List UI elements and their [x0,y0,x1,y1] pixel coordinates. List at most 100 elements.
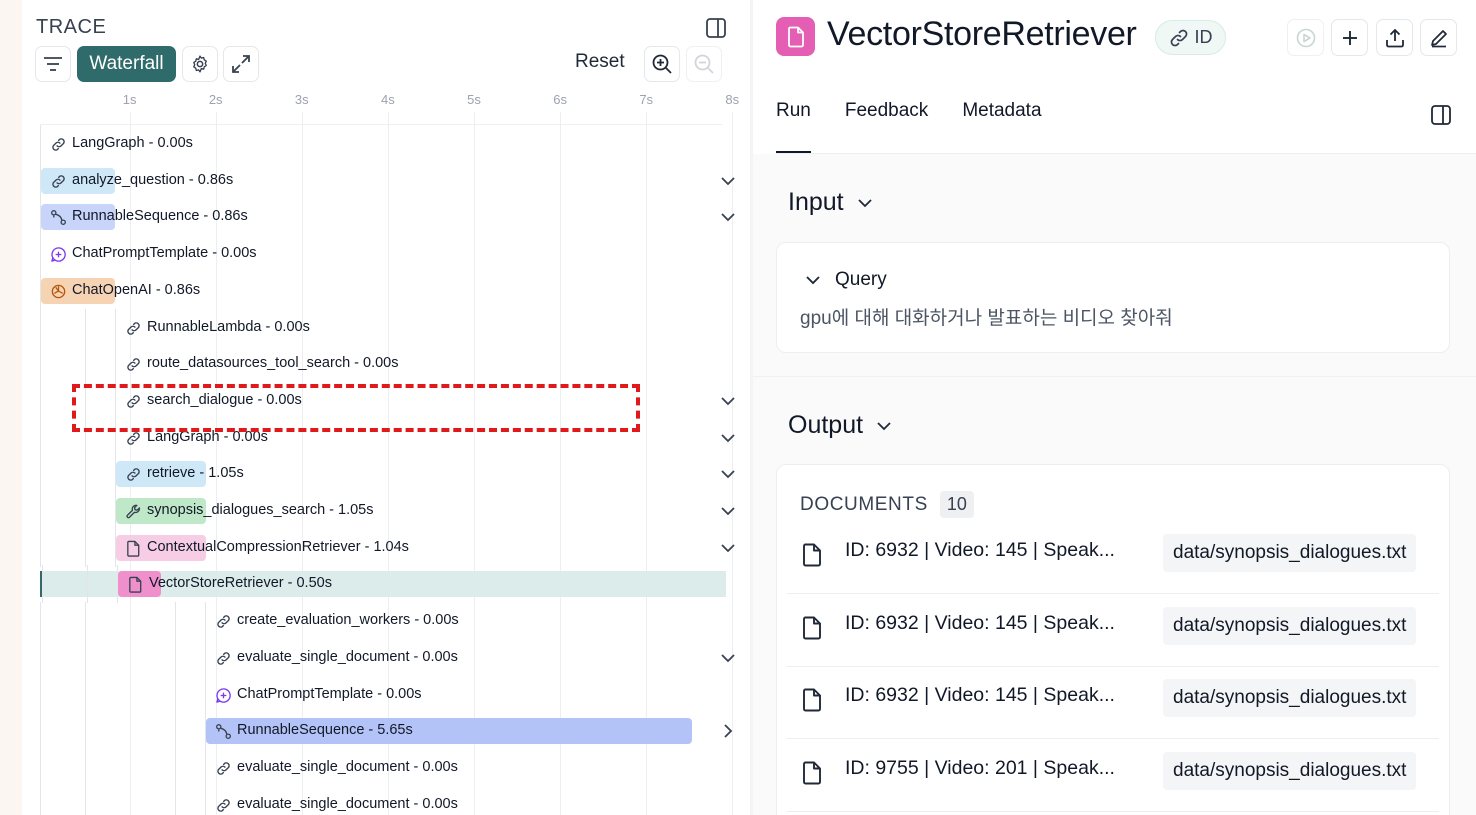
trace-row[interactable]: ChatOpenAI - 0.86s [40,271,726,310]
trace-row-label: RunnableLambda - 0.00s [147,318,310,335]
playground-button[interactable] [1287,19,1324,56]
tree-guide-line [85,528,86,567]
edit-button[interactable] [1420,19,1457,56]
chevron-down-icon [806,276,820,285]
panel-toggle-icon[interactable] [705,17,727,39]
section-divider [753,376,1476,377]
tree-guide-line [175,675,176,714]
trace-row[interactable]: evaluate_single_document - 0.00s [40,748,726,787]
openai-icon [51,284,66,299]
tree-guide-line [85,492,86,530]
tree-guide-line [40,455,41,494]
copy-id-button[interactable]: ID [1155,20,1226,55]
filter-lines-icon [44,57,62,71]
tree-guide-line [205,748,206,787]
document-summary: ID: 6932 | Video: 145 | Speak... [845,539,1115,561]
prompt-icon [216,687,231,703]
tree-guide-line [40,235,41,274]
reset-button[interactable]: Reset [575,51,625,73]
trace-row[interactable]: ChatPromptTemplate - 0.00s [40,235,726,274]
link-icon [217,798,230,812]
tab-run[interactable]: Run [776,100,811,152]
document-row[interactable]: ID: 6932 | Video: 145 | Speak... data/syn… [787,594,1439,667]
gear-icon [193,55,207,73]
expand-button[interactable] [223,46,259,82]
tree-guide-line [40,308,41,347]
zoom-out-button[interactable] [686,46,722,82]
file-icon [129,577,142,594]
run-type-badge [776,17,815,56]
zoom-in-button[interactable] [644,46,680,82]
sequence-icon [216,724,231,740]
trace-row[interactable]: synopsis_dialogues_search - 1.05s [40,492,735,530]
chevron-down-icon[interactable] [720,209,736,225]
chevron-down-icon[interactable] [720,503,736,519]
highlight-annotation [72,384,640,432]
document-row[interactable]: ID: 9755 | Video: 201 | Speak... data/syn… [787,739,1439,813]
chevron-down-icon[interactable] [720,650,736,666]
document-icon [803,543,821,567]
document-row[interactable]: ID: 6932 | Video: 145 | Speak... data/syn… [787,666,1439,740]
plus-icon [1342,30,1357,45]
filter-button[interactable] [35,46,71,82]
tree-guide-line [175,602,176,641]
play-circle-icon [1296,28,1315,47]
tree-guide-line [40,418,41,457]
trace-row[interactable]: analyze_question - 0.86s [40,161,735,200]
add-button[interactable] [1331,19,1368,56]
waterfall-view-button[interactable]: Waterfall [77,46,176,82]
document-source-badge: data/synopsis_dialogues.txt [1163,606,1417,645]
share-button[interactable] [1376,19,1413,56]
trace-row[interactable]: ContextualCompressionRetriever - 1.04s [40,528,735,567]
trace-row[interactable]: LangGraph - 0.00s [40,125,726,163]
trace-row-label: LangGraph - 0.00s [72,135,193,151]
chevron-down-icon [857,198,872,207]
chevron-down-icon[interactable] [720,173,736,189]
sidepanel-toggle-icon[interactable] [1430,104,1452,126]
trace-row[interactable]: VectorStoreRetriever - 0.50s [40,565,726,604]
trace-row[interactable]: evaluate_single_document - 0.00s [40,785,726,815]
upload-icon [1385,28,1404,47]
trace-row-label: route_datasources_tool_search - 0.00s [147,355,399,372]
tree-guide-line [115,345,116,384]
trace-row[interactable]: retrieve - 1.05s [40,455,735,494]
run-title: VectorStoreRetriever [827,15,1137,53]
chevron-down-icon[interactable] [720,540,736,556]
tree-guide-line [85,308,86,347]
chevron-down-icon[interactable] [720,430,736,446]
trace-row-label: evaluate_single_document - 0.00s [237,648,458,665]
trace-row-label: ChatPromptTemplate - 0.00s [237,685,422,702]
trace-row[interactable]: RunnableSequence - 5.65s [40,712,733,751]
tree-guide-line [175,785,176,815]
settings-button[interactable] [182,46,218,82]
tab-metadata[interactable]: Metadata [962,100,1041,152]
query-toggle[interactable]: Query [805,269,887,291]
trace-row[interactable]: ChatPromptTemplate - 0.00s [40,675,726,714]
tree-guide-line [85,638,86,677]
tree-guide-line [115,308,116,347]
output-card: DOCUMENTS 10 ID: 6932 | Video: 145 | Spe… [776,464,1450,815]
trace-row-label: VectorStoreRetriever - 0.50s [149,575,332,592]
input-section-toggle[interactable]: Input [788,188,874,217]
chevron-down-icon[interactable] [720,466,736,482]
trace-row[interactable]: RunnableSequence - 0.86s [40,198,735,237]
output-section-toggle[interactable]: Output [788,411,893,440]
trace-row[interactable]: RunnableLambda - 0.00s [40,308,726,347]
axis-tick: 1s [122,92,137,107]
tree-guide-line [42,565,43,604]
document-source-badge: data/synopsis_dialogues.txt [1163,752,1417,791]
chevron-right-icon[interactable] [720,723,736,739]
trace-row[interactable]: route_datasources_tool_search - 0.00s [40,345,726,384]
tab-feedback[interactable]: Feedback [845,100,928,152]
chevron-down-icon[interactable] [720,393,736,409]
trace-row[interactable]: evaluate_single_document - 0.00s [40,638,735,677]
tree-guide-line [87,565,88,604]
query-value: gpu에 대해 대화하거나 발표하는 비디오 찾아줘 [800,308,1173,329]
documents-header: DOCUMENTS 10 [800,491,974,518]
trace-row-label: evaluate_single_document - 0.00s [237,795,458,812]
trace-row[interactable]: create_evaluation_workers - 0.00s [40,602,726,641]
tree-guide-line [205,675,206,714]
tree-guide-line [85,785,86,815]
documents-count: 10 [939,491,974,518]
document-row[interactable]: ID: 6932 | Video: 145 | Speak... data/syn… [787,521,1439,594]
